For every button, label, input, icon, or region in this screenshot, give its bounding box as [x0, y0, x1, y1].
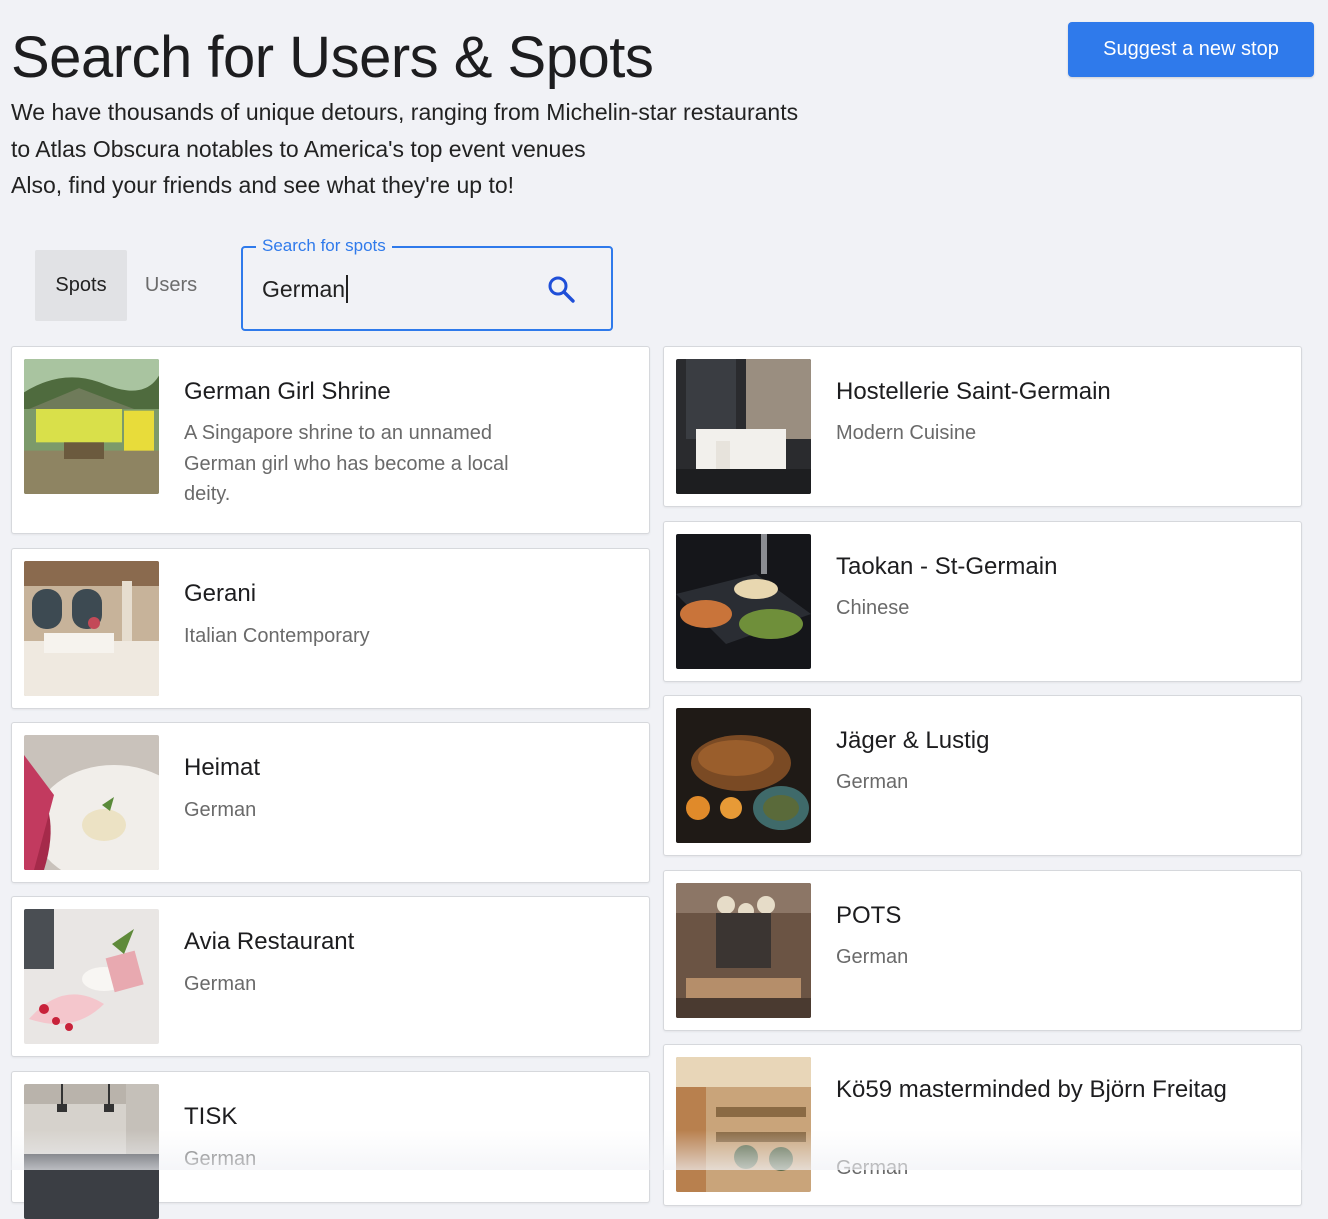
- intro-line: Also, find your friends and see what the…: [11, 172, 515, 198]
- suggest-new-stop-button[interactable]: Suggest a new stop: [1068, 22, 1314, 77]
- spot-title[interactable]: Jäger & Lustig: [836, 724, 1256, 758]
- intro-line: to Atlas Obscura notables to America's t…: [11, 135, 586, 162]
- spot-card-heimat[interactable]: Heimat German: [11, 722, 650, 883]
- spot-card-gerani[interactable]: Gerani Italian Contemporary: [11, 548, 650, 709]
- spot-subtitle: German: [836, 771, 909, 793]
- spot-thumbnail: [24, 561, 159, 696]
- spot-card-pots[interactable]: POTS German: [663, 870, 1302, 1031]
- spot-title[interactable]: Kö59 masterminded by Björn Freitag: [836, 1073, 1256, 1107]
- spot-card-avia-restaurant[interactable]: Avia Restaurant German: [11, 896, 650, 1057]
- spot-thumbnail: [24, 1084, 159, 1219]
- spot-description: A Singapore shrine to an unnamed German …: [184, 422, 509, 505]
- spot-thumbnail: [676, 1057, 811, 1192]
- spot-card-german-girl-shrine[interactable]: German Girl Shrine A Singapore shrine to…: [11, 346, 650, 534]
- search-icon[interactable]: [546, 274, 576, 304]
- search-label: Search for spots: [256, 236, 392, 256]
- spot-title[interactable]: Heimat: [184, 751, 604, 785]
- spot-card-tisk[interactable]: TISK German: [11, 1071, 650, 1219]
- spot-thumbnail: [676, 708, 811, 843]
- spot-thumbnail: [676, 534, 811, 669]
- spot-thumbnail: [24, 909, 159, 1044]
- spot-thumbnail: [676, 883, 811, 1018]
- text-caret: [346, 275, 348, 303]
- spot-thumbnail: [676, 359, 811, 494]
- spot-card-hostellerie-saint-germain[interactable]: Hostellerie Saint-Germain Modern Cuisine: [663, 346, 1302, 507]
- spot-title[interactable]: Hostellerie Saint-Germain: [836, 375, 1256, 409]
- search-input-text[interactable]: German: [262, 276, 345, 302]
- tab-spots[interactable]: Spots: [35, 250, 127, 321]
- spot-subtitle: Modern Cuisine: [836, 422, 977, 444]
- search-input-value[interactable]: German: [262, 274, 348, 304]
- spot-title[interactable]: Gerani: [184, 577, 604, 611]
- intro-text: We have thousands of unique detours, ran…: [11, 94, 798, 204]
- spot-title[interactable]: POTS: [836, 899, 1256, 933]
- spot-subtitle: German: [836, 946, 909, 968]
- intro-line: We have thousands of unique detours, ran…: [11, 99, 799, 125]
- spot-subtitle: German: [184, 973, 257, 995]
- spot-thumbnail: [24, 735, 159, 870]
- spot-subtitle: Italian Contemporary: [184, 625, 370, 647]
- spot-subtitle: German: [184, 799, 257, 821]
- page-title: Search for Users & Spots: [11, 25, 654, 90]
- spot-subtitle: German: [836, 1157, 909, 1179]
- spot-card-taokan-st-germain[interactable]: Taokan - St-Germain Chinese: [663, 521, 1302, 682]
- spot-title[interactable]: Avia Restaurant: [184, 925, 604, 959]
- spot-subtitle: Chinese: [836, 597, 910, 619]
- spot-card-jager-lustig[interactable]: Jäger & Lustig German: [663, 695, 1302, 856]
- spot-card-ko59[interactable]: Kö59 masterminded by Björn Freitag Germa…: [663, 1044, 1302, 1206]
- tab-users[interactable]: Users: [127, 250, 215, 321]
- spot-title[interactable]: TISK: [184, 1100, 604, 1134]
- spot-title[interactable]: Taokan - St-Germain: [836, 550, 1256, 584]
- spot-thumbnail: [24, 359, 159, 494]
- spot-title[interactable]: German Girl Shrine: [184, 375, 604, 409]
